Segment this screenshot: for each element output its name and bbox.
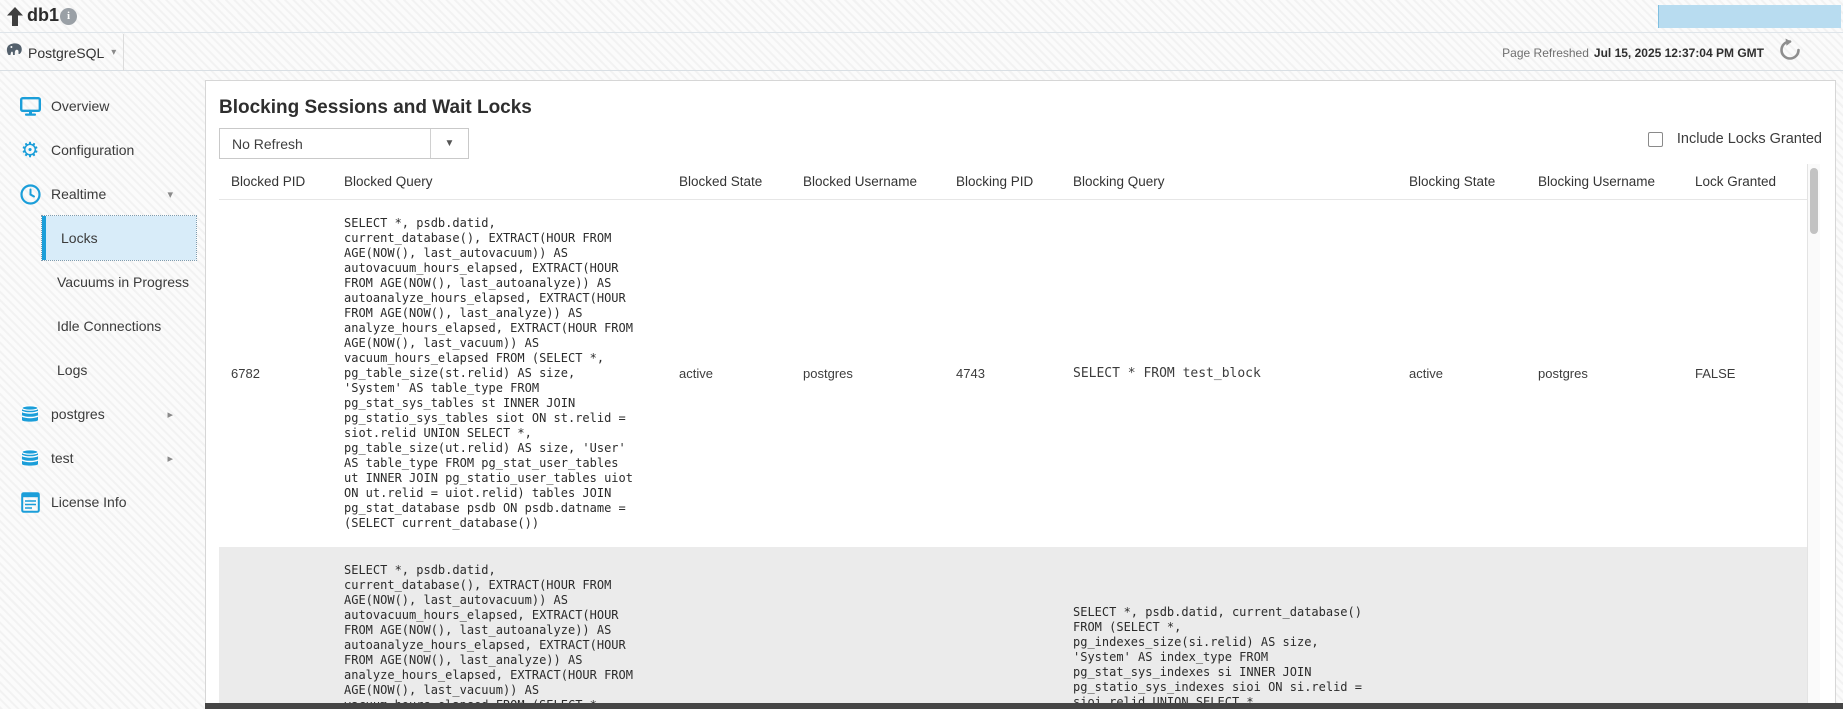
col-header-blocked-query[interactable]: Blocked Query: [332, 164, 667, 200]
page-title: db1: [27, 5, 59, 26]
sidebar-item-label: Overview: [51, 98, 109, 114]
monitor-icon: [19, 97, 41, 116]
sidebar-item-label: Vacuums in Progress: [57, 274, 189, 290]
license-icon: [19, 492, 41, 513]
server-label: PostgreSQL: [28, 45, 104, 61]
sidebar-item-label: test: [51, 450, 74, 466]
top-title-bar: db1 i: [0, 0, 1843, 33]
col-header-lock-granted[interactable]: Lock Granted: [1683, 164, 1807, 200]
table-row[interactable]: SELECT *, psdb.datid, current_database()…: [219, 547, 1807, 709]
sidebar-item-vacuums-in-progress[interactable]: Vacuums in Progress: [0, 260, 205, 304]
page-refreshed-label: Page Refreshed: [1502, 46, 1589, 60]
sidebar: Overview ⚙ Configuration Realtime ▾ Lock…: [0, 71, 205, 709]
cell-lock-granted: FALSE: [1683, 200, 1807, 548]
cell-blocked-state: [667, 547, 791, 709]
cell-blocking-query: SELECT * FROM test_block: [1061, 200, 1397, 548]
cell-blocking-username: postgres: [1526, 200, 1683, 548]
cell-lock-granted: [1683, 547, 1807, 709]
include-locks-checkbox[interactable]: [1648, 132, 1663, 147]
server-selector[interactable]: PostgreSQL ▾: [0, 34, 124, 71]
cell-blocked-username: postgres: [791, 200, 944, 548]
cell-blocked-state: active: [667, 200, 791, 548]
sidebar-item-realtime[interactable]: Realtime ▾: [0, 172, 205, 216]
chevron-down-icon[interactable]: ▾: [167, 188, 173, 201]
main-panel: Blocking Sessions and Wait Locks No Refr…: [205, 80, 1836, 709]
sidebar-item-label: Logs: [57, 362, 87, 378]
sidebar-item-logs[interactable]: Logs: [0, 348, 205, 392]
sidebar-item-label: Locks: [61, 230, 98, 246]
refresh-icon[interactable]: [1777, 37, 1803, 68]
select-caret-icon[interactable]: ▼: [430, 129, 468, 158]
col-header-blocking-query[interactable]: Blocking Query: [1061, 164, 1397, 200]
chevron-right-icon[interactable]: ▸: [167, 452, 173, 465]
cell-blocked-query: SELECT *, psdb.datid, current_database()…: [344, 216, 659, 531]
col-header-blocked-state[interactable]: Blocked State: [667, 164, 791, 200]
cell-blocked-pid: [219, 547, 332, 709]
refresh-interval-select[interactable]: No Refresh ▼: [219, 128, 469, 159]
page-heading: Blocking Sessions and Wait Locks: [219, 97, 532, 119]
cell-blocking-username: [1526, 547, 1683, 709]
col-header-blocking-pid[interactable]: Blocking PID: [944, 164, 1061, 200]
cell-blocking-state: [1397, 547, 1526, 709]
sidebar-item-postgres[interactable]: postgres ▸: [0, 392, 205, 436]
col-header-blocking-state[interactable]: Blocking State: [1397, 164, 1526, 200]
sidebar-item-license-info[interactable]: License Info: [0, 480, 205, 524]
sidebar-item-overview[interactable]: Overview: [0, 84, 205, 128]
chevron-right-icon[interactable]: ▸: [167, 408, 173, 421]
chevron-down-icon: ▾: [111, 47, 116, 58]
cell-blocked-username: [791, 547, 944, 709]
table-row[interactable]: 6782 SELECT *, psdb.datid, current_datab…: [219, 200, 1807, 548]
sidebar-item-label: Idle Connections: [57, 318, 161, 334]
include-locks-label: Include Locks Granted: [1677, 131, 1822, 147]
sidebar-item-label: postgres: [51, 406, 105, 422]
refresh-interval-value: No Refresh: [220, 136, 430, 152]
up-arrow-icon[interactable]: [7, 7, 23, 31]
col-header-blocked-username[interactable]: Blocked Username: [791, 164, 944, 200]
database-icon: [19, 404, 41, 424]
postgresql-elephant-icon: [5, 41, 24, 64]
database-icon: [19, 448, 41, 468]
highlight-box: [1658, 5, 1841, 28]
bottom-edge: [205, 703, 1843, 709]
page-refreshed-timestamp: Jul 15, 2025 12:37:04 PM GMT: [1594, 46, 1764, 60]
table-header-row: Blocked PID Blocked Query Blocked State …: [219, 164, 1807, 200]
cell-blocking-state: active: [1397, 200, 1526, 548]
sidebar-item-label: Realtime: [51, 186, 106, 202]
gear-icon: ⚙: [19, 140, 41, 160]
table-scrollbar-thumb[interactable]: [1810, 168, 1818, 234]
info-icon[interactable]: i: [60, 8, 77, 25]
col-header-blocked-pid[interactable]: Blocked PID: [219, 164, 332, 200]
cell-blocked-pid: 6782: [219, 200, 332, 548]
sidebar-item-label: License Info: [51, 494, 127, 510]
sidebar-item-locks[interactable]: Locks: [42, 216, 196, 260]
cell-blocked-query: SELECT *, psdb.datid, current_database()…: [344, 563, 659, 709]
clock-icon: [19, 184, 41, 205]
sidebar-item-idle-connections[interactable]: Idle Connections: [0, 304, 205, 348]
sidebar-item-test[interactable]: test ▸: [0, 436, 205, 480]
sidebar-item-label: Configuration: [51, 142, 134, 158]
cell-blocking-query: SELECT *, psdb.datid, current_database()…: [1073, 605, 1389, 709]
cell-blocking-pid: 4743: [944, 200, 1061, 548]
sidebar-item-configuration[interactable]: ⚙ Configuration: [0, 128, 205, 172]
toolbar: PostgreSQL ▾ Page Refreshed Jul 15, 2025…: [0, 34, 1843, 71]
include-locks-control: Include Locks Granted: [1648, 131, 1822, 147]
refresh-area: Page Refreshed Jul 15, 2025 12:37:04 PM …: [1502, 34, 1803, 71]
cell-blocking-pid: [944, 547, 1061, 709]
blocking-sessions-table: Blocked PID Blocked Query Blocked State …: [219, 164, 1807, 709]
col-header-blocking-username[interactable]: Blocking Username: [1526, 164, 1683, 200]
table-scrollbar[interactable]: [1807, 164, 1820, 709]
